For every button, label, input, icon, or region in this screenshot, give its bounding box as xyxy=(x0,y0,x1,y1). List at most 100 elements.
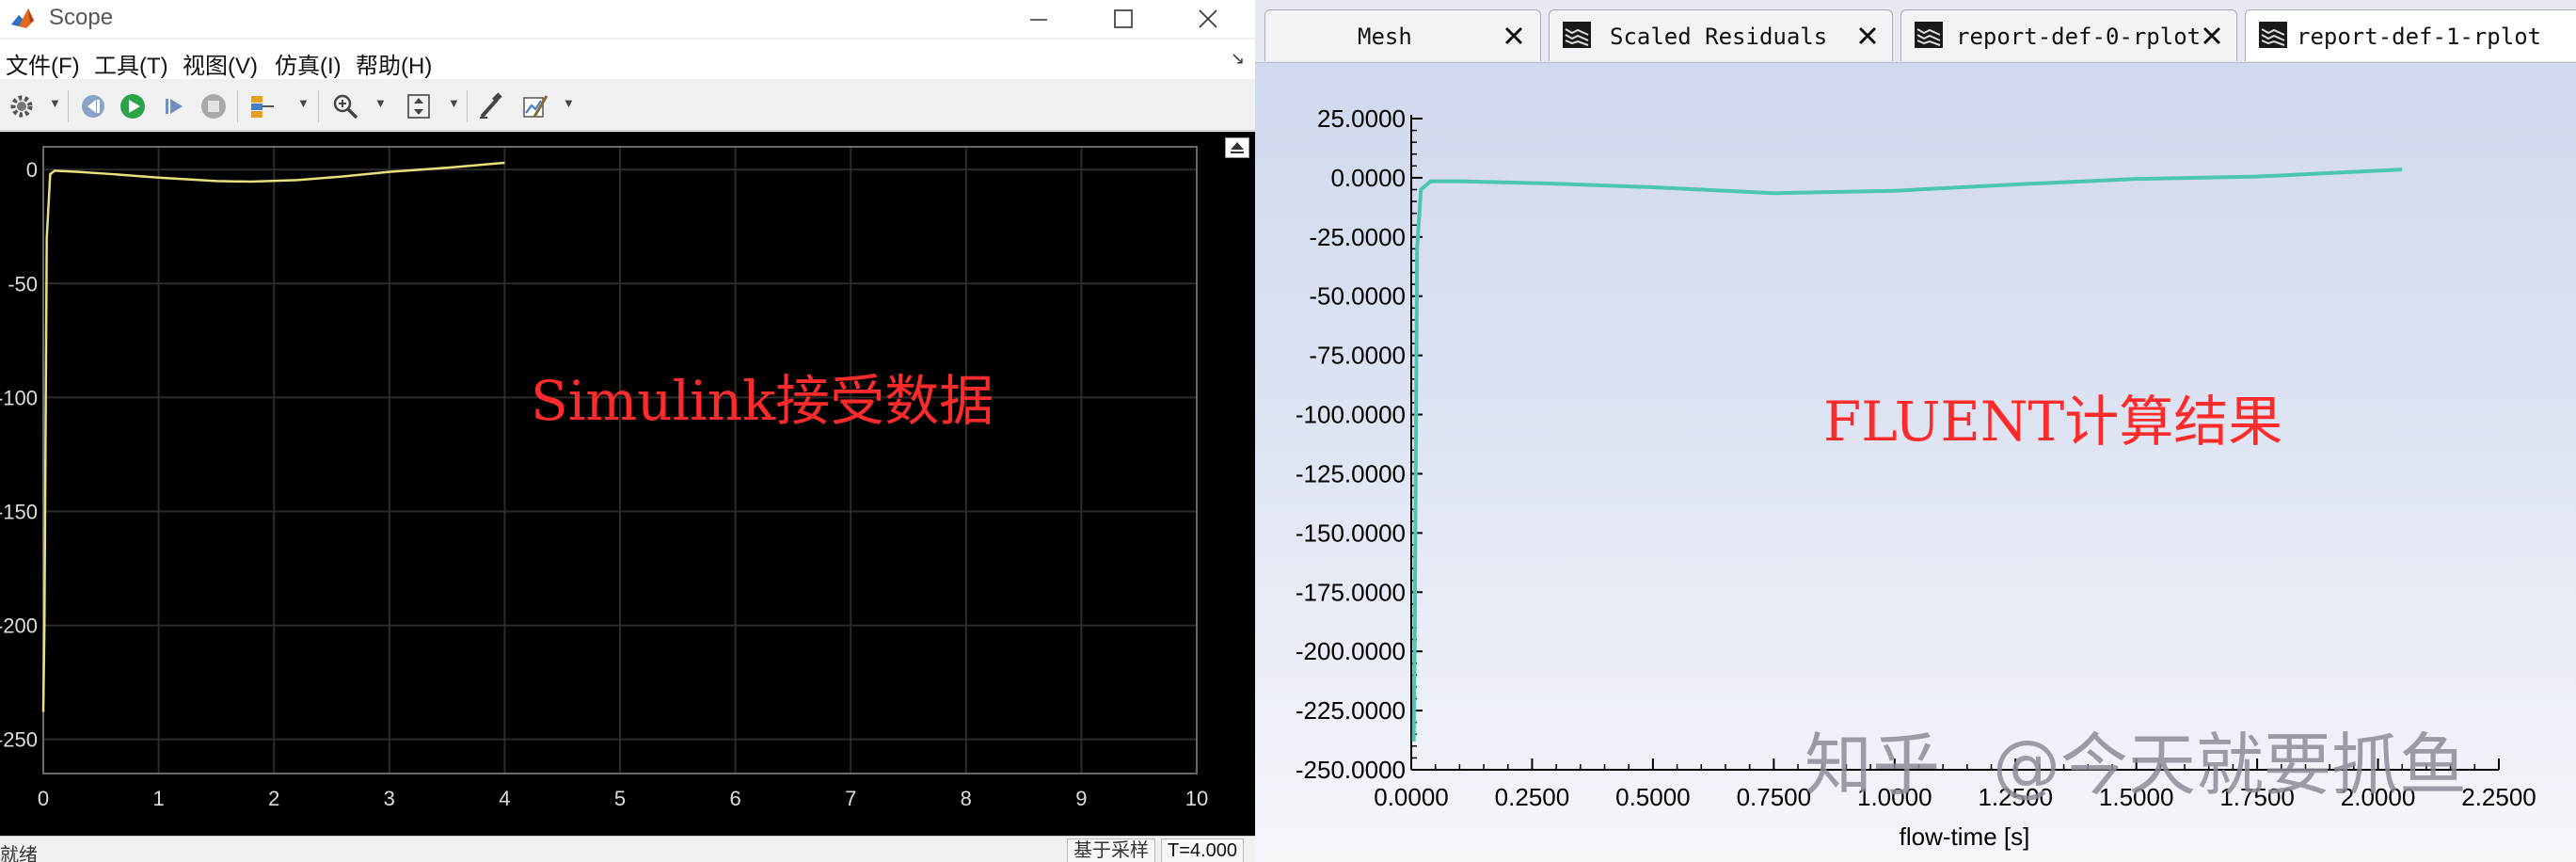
tab-label: Mesh xyxy=(1358,24,1412,50)
maximize-icon xyxy=(1114,9,1133,28)
scope-window: Scope 文件(F) 工具(T) 视图(V) 仿真(I) 帮助(H) ↘ ▼ xyxy=(0,0,1255,862)
menu-simulation[interactable]: 仿真(I) xyxy=(275,47,342,80)
watermark-logo: 知乎 xyxy=(1805,726,1941,805)
x-tick-label: 1 xyxy=(152,787,164,810)
toolbar: ▼ ▼ ▼ ▼ ▼ xyxy=(0,83,1255,131)
highlight-icon[interactable] xyxy=(474,90,506,122)
tab-close-icon[interactable] xyxy=(1503,24,1525,47)
menu-file[interactable]: 文件(F) xyxy=(6,47,80,80)
tab-label: report-def-1-rplot xyxy=(2297,24,2542,50)
zoom-icon[interactable] xyxy=(329,90,361,122)
menu-view[interactable]: 视图(V) xyxy=(183,47,258,80)
x-tick-label: 4 xyxy=(499,787,510,810)
annotation-text: Simulink接受数据 xyxy=(531,369,994,433)
close-button[interactable] xyxy=(1170,0,1246,38)
settings-dropdown-icon[interactable]: ▼ xyxy=(49,96,61,110)
graphics-tab-bar: Mesh Scaled Residuals report-def-0-rplot… xyxy=(1255,0,2576,63)
tab-mesh[interactable]: Mesh xyxy=(1264,9,1541,61)
toolbar-separator xyxy=(318,90,319,122)
run-icon[interactable] xyxy=(117,90,149,122)
y-tick-label: -250 xyxy=(0,728,38,752)
status-sample-mode: 基于采样 xyxy=(1067,838,1155,862)
report-plot-icon xyxy=(2259,22,2287,48)
x-tick-label: 0.5000 xyxy=(1615,783,1691,811)
scale-axes-icon[interactable] xyxy=(403,90,435,122)
minimize-icon xyxy=(1030,19,1047,21)
tab-scaled-residuals[interactable]: Scaled Residuals xyxy=(1549,9,1893,61)
y-tick-label: -25.0000 xyxy=(1309,223,1406,251)
settings-icon[interactable] xyxy=(6,90,38,122)
x-tick-label: 3 xyxy=(384,787,395,810)
tab-report-def-1-rplot[interactable]: report-def-1-rplot xyxy=(2245,9,2576,61)
y-tick-label: -75.0000 xyxy=(1309,342,1406,370)
y-tick-label: 25.0000 xyxy=(1317,104,1406,133)
y-tick-label: -175.0000 xyxy=(1296,578,1406,606)
menu-bar: 文件(F) 工具(T) 视图(V) 仿真(I) 帮助(H) ↘ xyxy=(0,40,1255,79)
x-tick-label: 10 xyxy=(1185,787,1208,810)
watermark-handle: @今天就要抓鱼 xyxy=(1993,726,2468,805)
y-tick-label: -100.0000 xyxy=(1296,401,1406,429)
status-ready: 就绪 xyxy=(0,845,38,862)
y-tick-label: -50.0000 xyxy=(1309,282,1406,311)
zoom-dropdown-icon[interactable]: ▼ xyxy=(374,96,387,110)
undock-button[interactable] xyxy=(1225,137,1249,158)
y-tick-label: -225.0000 xyxy=(1296,696,1406,725)
toolbar-separator xyxy=(68,90,69,122)
matlab-logo-icon xyxy=(9,6,36,32)
x-axis-label: flow-time [s] xyxy=(1900,822,2030,851)
window-title: Scope xyxy=(49,5,114,30)
minimize-button[interactable] xyxy=(1001,0,1076,38)
x-tick-label: 2.2500 xyxy=(2461,783,2536,811)
residual-plot-icon xyxy=(1563,22,1591,48)
y-tick-label: -150 xyxy=(0,500,38,523)
tab-close-icon[interactable] xyxy=(2201,24,2223,47)
x-tick-label: 0.2500 xyxy=(1495,783,1570,811)
tab-report-def-0-rplot[interactable]: report-def-0-rplot xyxy=(1900,9,2237,61)
step-back-icon[interactable] xyxy=(77,90,109,122)
x-tick-label: 2 xyxy=(268,787,279,810)
y-tick-label: -50 xyxy=(8,272,38,295)
undock-icon xyxy=(1231,142,1244,153)
menu-help[interactable]: 帮助(H) xyxy=(356,47,432,80)
report-plot-icon xyxy=(1915,22,1943,48)
collapse-menu-icon[interactable]: ↘ xyxy=(1231,49,1245,69)
toolbar-separator xyxy=(237,90,238,122)
series-line xyxy=(1411,168,2403,742)
tab-label: Scaled Residuals xyxy=(1610,24,1828,50)
status-sim-time: T=4.000 xyxy=(1161,838,1244,862)
scope-plot-area[interactable]: 0 1 2 3 4 5 6 7 8 9 10 0 -50 -100 -150 -200 -250 Simulink… xyxy=(0,132,1255,836)
step-forward-icon[interactable] xyxy=(158,90,190,122)
y-tick-label: 0 xyxy=(26,158,38,182)
close-icon xyxy=(1199,9,1217,28)
signal-dropdown-icon[interactable]: ▼ xyxy=(297,96,310,110)
y-tick-label: -100 xyxy=(0,386,38,409)
title-bar[interactable]: Scope xyxy=(0,0,1255,38)
annotation-text: FLUENT计算结果 xyxy=(1823,390,2282,454)
tab-label: report-def-0-rplot xyxy=(1956,24,2202,50)
y-tick-label: -200.0000 xyxy=(1296,637,1406,665)
x-tick-label: 7 xyxy=(845,787,856,810)
x-tick-label: 9 xyxy=(1075,787,1087,810)
signal-icon[interactable] xyxy=(246,90,278,122)
x-tick-label: 5 xyxy=(614,787,626,810)
status-bar: 就绪 基于采样 T=4.000 xyxy=(0,836,1255,862)
x-tick-label: 6 xyxy=(729,787,740,810)
y-tick-label: -200 xyxy=(0,615,38,638)
x-tick-label: 0.7500 xyxy=(1737,783,1812,811)
y-tick-label: -250.0000 xyxy=(1296,756,1406,784)
y-tick-label: -150.0000 xyxy=(1296,519,1406,547)
scope-chart: 0 1 2 3 4 5 6 7 8 9 10 0 -50 -100 -150 -200 -250 Simulink… xyxy=(0,146,1208,810)
menu-tools[interactable]: 工具(T) xyxy=(94,47,168,80)
maximize-button[interactable] xyxy=(1086,0,1161,38)
x-tick-label: 0.0000 xyxy=(1374,783,1449,811)
stop-icon[interactable] xyxy=(198,90,230,122)
measure-dropdown-icon[interactable]: ▼ xyxy=(563,96,575,110)
y-tick-label: -125.0000 xyxy=(1296,459,1406,487)
x-tick-label: 8 xyxy=(961,787,972,810)
measure-icon[interactable] xyxy=(519,90,551,122)
scale-dropdown-icon[interactable]: ▼ xyxy=(448,96,460,110)
toolbar-separator xyxy=(467,90,468,122)
y-tick-label: 0.0000 xyxy=(1330,164,1406,192)
x-tick-label: 0 xyxy=(38,787,49,810)
tab-close-icon[interactable] xyxy=(1856,24,1879,47)
